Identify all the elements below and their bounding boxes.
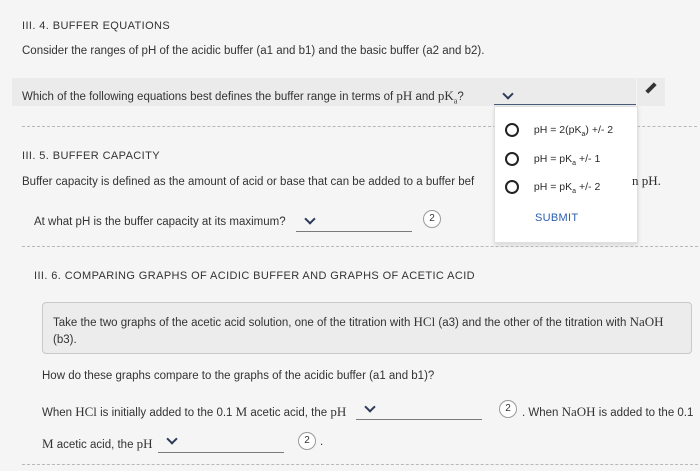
dropdown-panel: pH = 2(pKa) +/- 2 pH = pKa +/- 1 pH = pK… (494, 106, 638, 243)
attempts-badge: 2 (298, 432, 316, 450)
question-end: ? (457, 91, 464, 103)
answer-select-naoh[interactable] (158, 452, 284, 453)
radio-icon[interactable] (505, 123, 519, 137)
buffer-capacity-text-tail: n pH. (632, 173, 661, 188)
ph-symbol: pH (396, 88, 413, 103)
edit-cell (637, 78, 665, 106)
divider (22, 246, 698, 247)
chevron-down-icon[interactable] (364, 401, 376, 413)
instruction-text: Take the two graphs of the acetic acid s… (53, 314, 664, 346)
dropdown-underline (494, 104, 636, 105)
buffer-capacity-text: Buffer capacity is defined as the amount… (22, 176, 475, 188)
radio-icon[interactable] (505, 152, 519, 166)
answer-line-1: When HCl is initially added to the 0.1 M… (42, 404, 347, 419)
pka-symbol: pKa (437, 88, 458, 106)
dropdown-option[interactable]: pH = pKa +/- 1 (505, 152, 600, 167)
divider (22, 464, 698, 465)
section-title-buffer-equations: III. 4. BUFFER EQUATIONS (22, 20, 171, 32)
instruction-box: Take the two graphs of the acetic acid s… (42, 302, 692, 354)
chevron-down-icon[interactable] (166, 433, 178, 445)
answer-select-max-capacity[interactable] (296, 231, 412, 232)
submit-button[interactable]: SUBMIT (535, 212, 578, 224)
section-title-comparing-graphs: III. 6. COMPARING GRAPHS OF ACIDIC BUFFE… (34, 270, 475, 282)
answer-line-1-continued: . When NaOH is added to the 0.1 (522, 404, 694, 419)
answer-select-hcl[interactable] (356, 419, 482, 420)
answer-line-2-end: . (320, 436, 324, 448)
divider (22, 126, 496, 127)
radio-icon[interactable] (505, 180, 519, 194)
attempts-badge: 2 (423, 210, 441, 228)
question-and: and (412, 91, 438, 103)
question-max-capacity: At what pH is the buffer capacity at its… (34, 216, 286, 228)
chevron-down-icon[interactable] (304, 213, 316, 225)
divider (637, 126, 697, 127)
question-buffer-range: Which of the following equations best de… (22, 88, 464, 106)
dropdown-option[interactable]: pH = pKa +/- 2 (505, 180, 600, 195)
intro-text: Consider the ranges of pH of the acidic … (22, 45, 485, 57)
question-compare-graphs: How do these graphs compare to the graph… (42, 370, 435, 382)
section-title-buffer-capacity: III. 5. BUFFER CAPACITY (22, 150, 160, 162)
question-text: Which of the following equations best de… (22, 91, 397, 103)
dropdown-option[interactable]: pH = 2(pKa) +/- 2 (505, 123, 613, 138)
attempts-badge: 2 (499, 400, 517, 418)
answer-line-2: M acetic acid, the pH (42, 436, 153, 451)
